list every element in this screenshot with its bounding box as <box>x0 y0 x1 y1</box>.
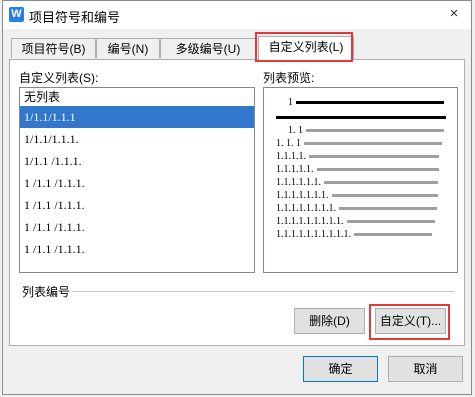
tab-multilevel[interactable]: 多级编号(U) <box>160 38 256 58</box>
preview-level-10: 1.1.1.1.1.1.1.1.1.1. <box>276 228 432 240</box>
custom-list-box[interactable]: 无列表 1/1.1/1.1.1 1/1.1/1.1.1. 1/1.1 /1.1.… <box>19 87 255 273</box>
preview-level-6: 1.1.1.1.1.1. <box>276 176 438 188</box>
list-item[interactable]: 无列表 <box>20 88 254 106</box>
list-item[interactable]: 1/1.1 /1.1.1. <box>20 150 254 172</box>
list-item[interactable]: 1 /1.1 /1.1.1. <box>20 216 254 238</box>
preview-divider <box>276 116 446 119</box>
preview-level-7: 1.1.1.1.1.1.1. <box>276 189 438 201</box>
preview-level-2: 1. 1 <box>288 124 444 136</box>
delete-button[interactable]: 删除(D) <box>294 308 365 334</box>
preview-level-8: 1.1.1.1.1.1.1.1. <box>276 202 437 214</box>
list-item[interactable]: 1/1.1/1.1.1 <box>20 106 254 128</box>
preview-label: 列表预览: <box>263 71 315 85</box>
preview-level-4: 1.1.1.1. <box>276 150 439 162</box>
tab-bullets[interactable]: 项目符号(B) <box>11 38 96 58</box>
preview-level-3: 1. 1. 1 <box>276 137 442 149</box>
list-preview: 1 1. 1 1. 1. 1 1.1.1.1. 1.1.1.1.1. 1.1.1… <box>263 87 458 273</box>
list-item[interactable]: 1/1.1/1.1.1. <box>20 128 254 150</box>
close-icon[interactable]: × <box>441 3 467 25</box>
dialog-title: 项目符号和编号 <box>29 10 121 25</box>
tab-numbering[interactable]: 编号(N) <box>96 38 160 58</box>
list-numbering-label: 列表编号 <box>22 285 71 299</box>
list-item[interactable]: 1 /1.1 /1.1.1. <box>20 238 254 260</box>
wps-app-icon: W <box>9 7 24 22</box>
custom-list-panel: 自定义列表(S): 列表预览: 无列表 1/1.1/1.1.1 1/1.1/1.… <box>9 59 465 346</box>
custom-list-label: 自定义列表(S): <box>19 71 99 85</box>
preview-level-5: 1.1.1.1.1. <box>276 163 439 175</box>
preview-level-1: 1 <box>288 96 444 108</box>
list-item[interactable]: 1 /1.1 /1.1.1. <box>20 172 254 194</box>
title-bar: W 项目符号和编号 × <box>3 1 471 29</box>
cancel-button[interactable]: 取消 <box>388 356 463 382</box>
list-item[interactable]: 1 /1.1 /1.1.1. <box>20 194 254 216</box>
ok-button[interactable]: 确定 <box>303 356 378 382</box>
customize-button[interactable]: 自定义(T)... <box>375 308 446 334</box>
bullets-numbering-dialog: W 项目符号和编号 × 项目符号(B) 编号(N) 多级编号(U) 自定义列表(… <box>2 0 472 395</box>
group-divider <box>72 291 454 292</box>
preview-level-9: 1.1.1.1.1.1.1.1.1. <box>276 215 435 227</box>
tab-custom-list[interactable]: 自定义列表(L) <box>258 36 354 60</box>
